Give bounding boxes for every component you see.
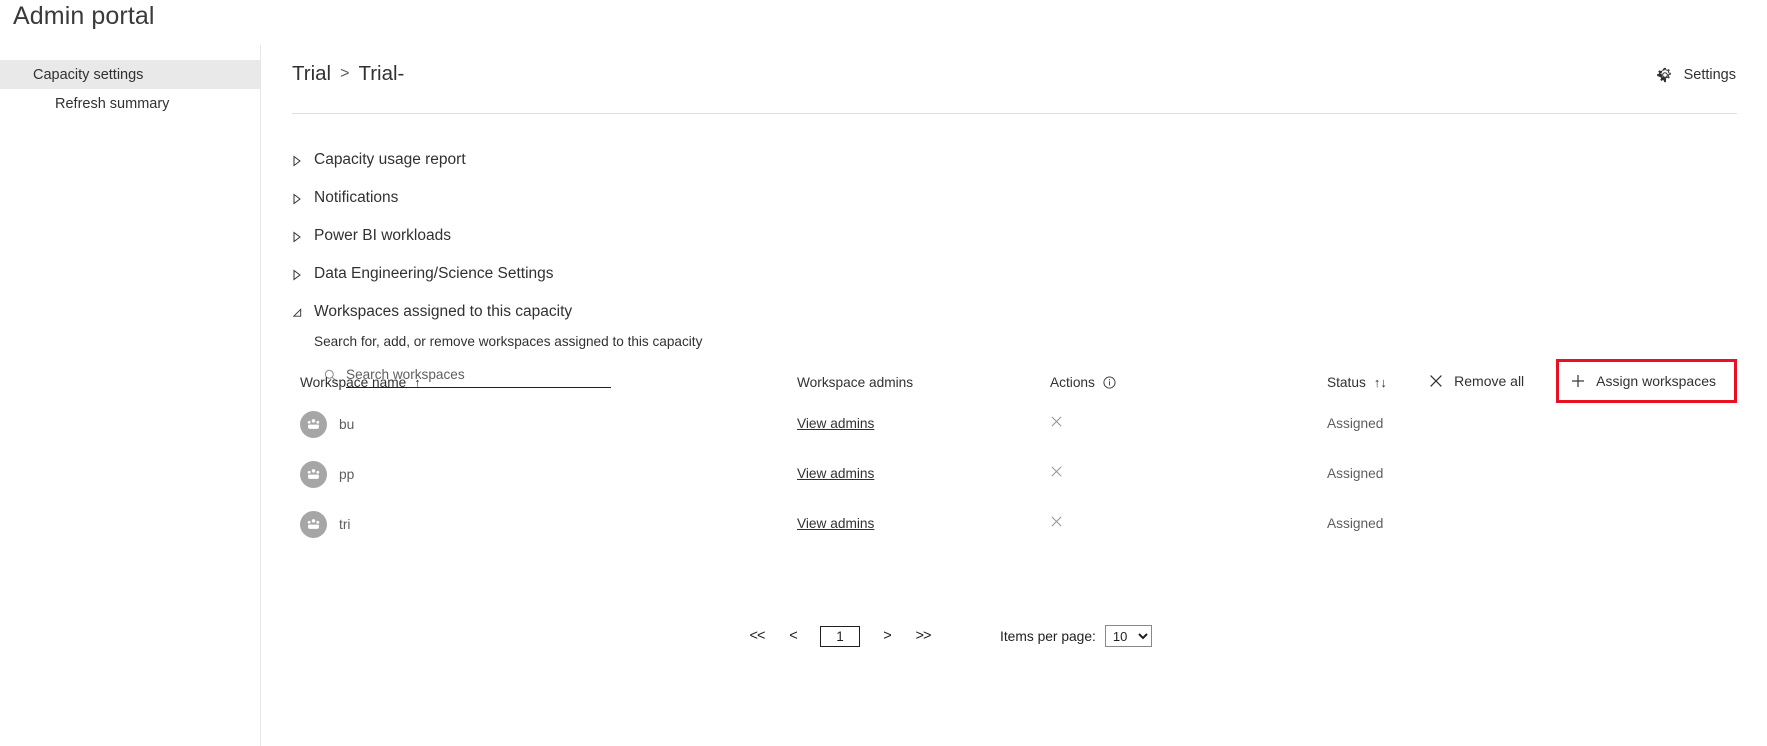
view-admins-link[interactable]: View admins (797, 466, 874, 481)
chevron-down-icon (292, 306, 302, 318)
items-per-page-select[interactable]: 102550100 (1104, 625, 1152, 647)
table-row[interactable]: bu View admins Assigned (292, 399, 1737, 449)
column-label: Workspace name (300, 374, 407, 390)
chevron-right-icon (292, 230, 302, 243)
workspaces-description: Search for, add, or remove workspaces as… (314, 334, 703, 349)
sidebar-item-refresh-summary[interactable]: Refresh summary (0, 89, 260, 118)
page-title: Admin portal (13, 2, 155, 30)
section-label: Power BI workloads (314, 227, 451, 244)
table-row[interactable]: tri View admins Assigned (292, 499, 1737, 549)
next-page-button[interactable]: > (869, 628, 905, 644)
section-data-engineering-science-settings[interactable]: Data Engineering/Science Settings (292, 255, 1737, 293)
table-header-row: Workspace name ↑ Workspace admins Action… (292, 365, 1737, 399)
pagination: << < 1 > >> Items per page: 102550100 (292, 625, 1737, 647)
group-icon (300, 460, 327, 488)
column-label: Actions (1050, 374, 1095, 390)
current-page-indicator[interactable]: 1 (820, 625, 860, 647)
settings-label: Settings (1683, 67, 1736, 83)
workspace-name: bu (339, 416, 355, 432)
status-badge: Assigned (1327, 466, 1384, 481)
header-divider (292, 113, 1737, 114)
remove-workspace-icon[interactable] (1050, 415, 1063, 432)
gear-icon (1656, 67, 1673, 83)
section-notifications[interactable]: Notifications (292, 179, 1737, 217)
workspaces-table: Workspace name ↑ Workspace admins Action… (292, 365, 1737, 549)
column-header-workspace-name[interactable]: Workspace name ↑ (300, 375, 421, 390)
settings-button[interactable]: Settings (1656, 67, 1736, 83)
chevron-right-icon (292, 268, 302, 281)
sidebar-item-label: Capacity settings (33, 66, 144, 83)
group-icon (300, 510, 327, 538)
workspace-name: tri (339, 516, 351, 532)
group-icon (300, 410, 327, 438)
remove-workspace-icon[interactable] (1050, 515, 1063, 532)
view-admins-link[interactable]: View admins (797, 516, 874, 531)
chevron-right-icon (292, 192, 302, 205)
section-label: Notifications (314, 189, 399, 206)
sidebar-item-capacity-settings[interactable]: Capacity settings (0, 60, 260, 89)
remove-workspace-icon[interactable] (1050, 465, 1063, 482)
content-panel: Trial > Trial- Settings Capacity usage r… (260, 45, 1767, 746)
previous-page-button[interactable]: < (775, 628, 811, 644)
breadcrumb-root[interactable]: Trial (292, 62, 331, 86)
column-label: Status (1327, 374, 1366, 390)
table-row[interactable]: pp View admins Assigned (292, 449, 1737, 499)
section-workspaces-assigned[interactable]: Workspaces assigned to this capacity (292, 293, 1737, 331)
view-admins-link[interactable]: View admins (797, 416, 874, 431)
status-badge: Assigned (1327, 416, 1384, 431)
breadcrumb-separator-icon: > (340, 65, 350, 82)
breadcrumb-current[interactable]: Trial- (358, 62, 404, 86)
section-label: Data Engineering/Science Settings (314, 265, 554, 282)
section-power-bi-workloads[interactable]: Power BI workloads (292, 217, 1737, 255)
items-per-page-label: Items per page: (1000, 628, 1096, 644)
sidebar: Capacity settings Refresh summary (0, 60, 260, 746)
column-header-workspace-admins[interactable]: Workspace admins (797, 375, 1050, 390)
chevron-right-icon (292, 154, 302, 167)
section-label: Workspaces assigned to this capacity (314, 303, 573, 320)
first-page-button[interactable]: << (739, 628, 775, 644)
sort-ascending-icon: ↑ (414, 374, 421, 390)
status-badge: Assigned (1327, 516, 1384, 531)
column-label: Workspace admins (797, 374, 914, 390)
sort-toggle-icon: ↑↓ (1373, 374, 1387, 390)
workspace-name: pp (339, 466, 355, 482)
column-header-actions[interactable]: Actions (1050, 375, 1327, 390)
sidebar-item-label: Refresh summary (55, 95, 170, 112)
column-header-status[interactable]: Status ↑↓ (1327, 375, 1627, 390)
section-label: Capacity usage report (314, 151, 466, 168)
section-capacity-usage-report[interactable]: Capacity usage report (292, 141, 1737, 179)
last-page-button[interactable]: >> (905, 628, 941, 644)
info-icon[interactable] (1103, 375, 1116, 389)
breadcrumb: Trial > Trial- (292, 62, 404, 86)
